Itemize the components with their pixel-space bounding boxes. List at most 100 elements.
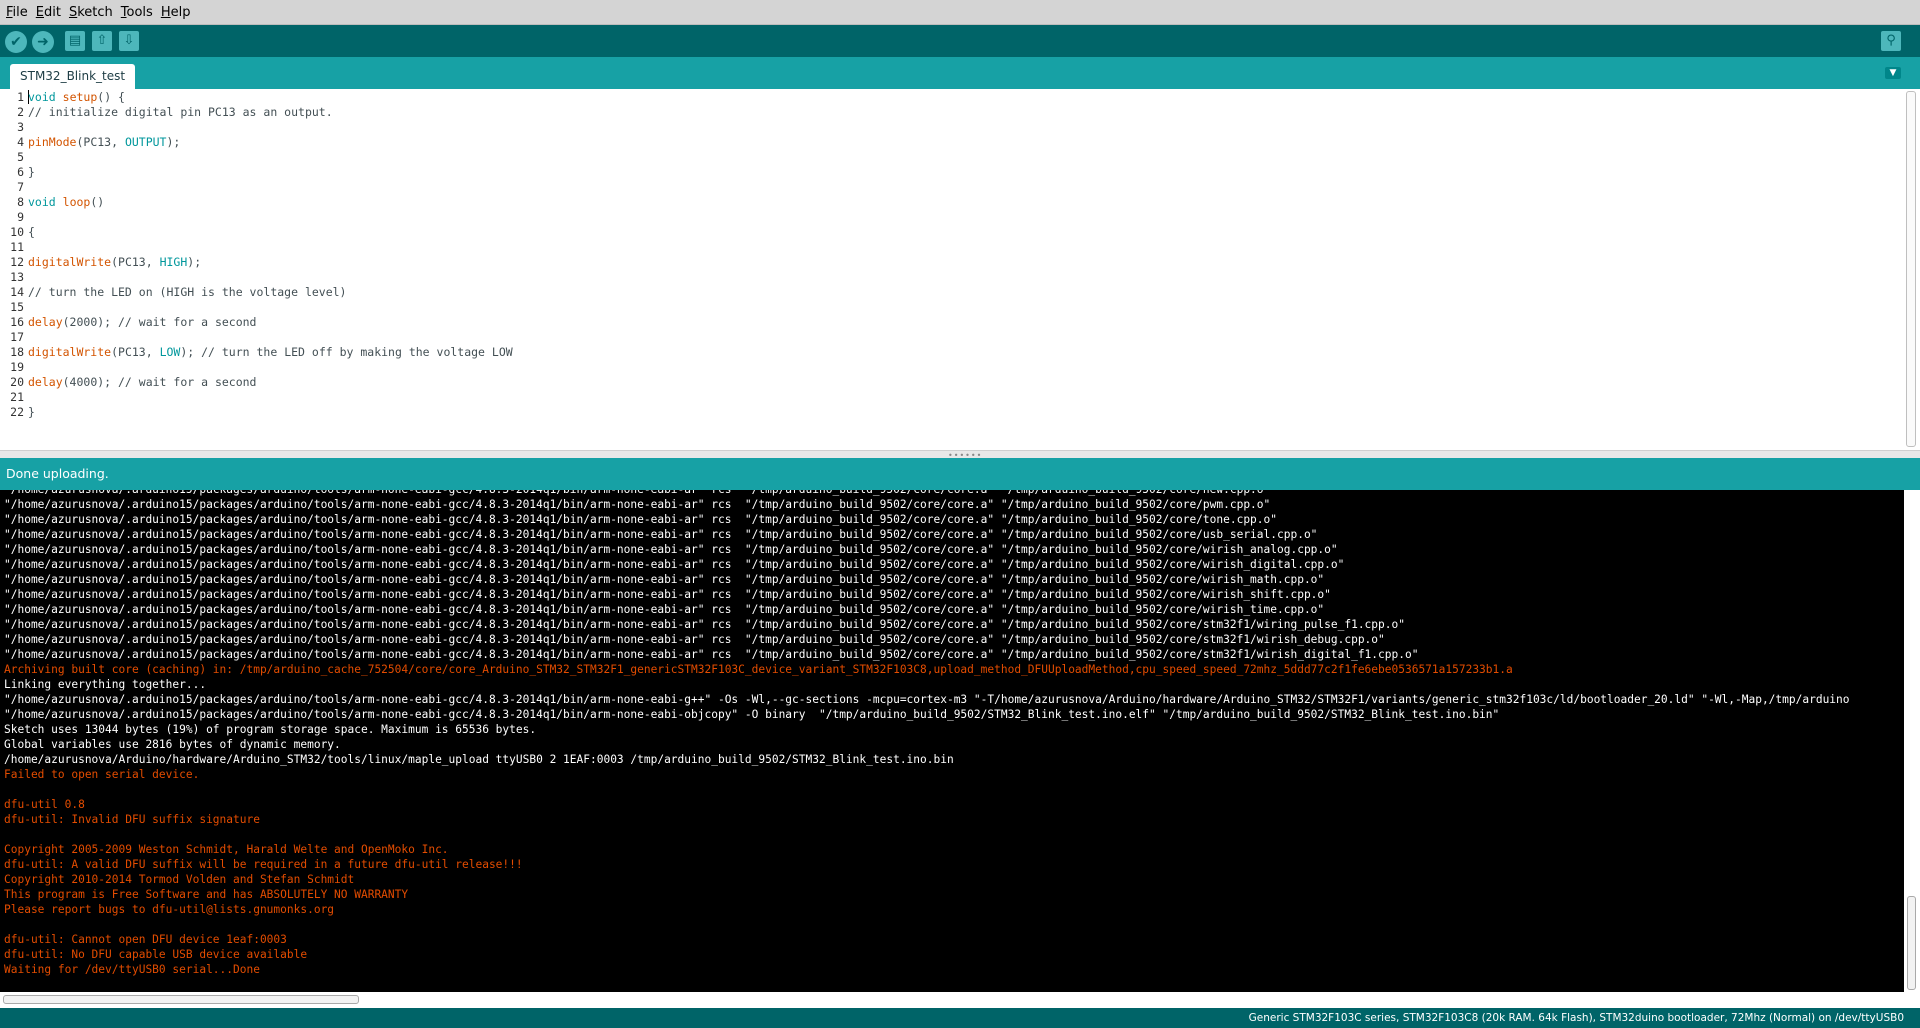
token: () { xyxy=(97,90,125,104)
console-line: dfu-util 0.8 xyxy=(4,798,85,811)
pane-splitter[interactable]: •••••• xyxy=(0,450,1920,460)
menu-sketch[interactable]: Sketch xyxy=(65,0,117,25)
line-number: 21 xyxy=(10,390,24,404)
token: ); xyxy=(187,255,202,269)
code-line-14: // turn the LED on (HIGH is the voltage … xyxy=(28,285,347,299)
board-info-text: Generic STM32F103C series, STM32F103C8 (… xyxy=(1248,1012,1904,1024)
line-number: 10 xyxy=(10,225,24,239)
arrow-right-icon: ➜ xyxy=(37,34,49,50)
console-line: "/home/azurusnova/.arduino15/packages/ar… xyxy=(4,648,1419,661)
line-number: 15 xyxy=(10,300,24,314)
console-line: Sketch uses 13044 bytes (19%) of program… xyxy=(4,723,537,736)
code-line-22: } xyxy=(28,405,35,419)
new-file-icon: ▤ xyxy=(68,33,82,48)
upload-button[interactable]: ➜ xyxy=(32,31,54,53)
console-line: "/home/azurusnova/.arduino15/packages/ar… xyxy=(4,693,1850,706)
console-line: dfu-util: Invalid DFU suffix signature xyxy=(4,813,260,826)
console-line: "/home/azurusnova/.arduino15/packages/ar… xyxy=(4,498,1271,511)
code-line-20: delay(4000); // wait for a second xyxy=(28,375,257,390)
code-line-1: void setup() { xyxy=(28,90,125,105)
console-line: "/home/azurusnova/.arduino15/packages/ar… xyxy=(4,618,1405,631)
menu-tools[interactable]: Tools xyxy=(117,0,157,25)
status-bar: Done uploading. xyxy=(0,458,1920,490)
console-line: Waiting for /dev/ttyUSB0 serial...Done xyxy=(4,963,260,976)
code-line-6: } xyxy=(28,165,35,179)
console-horizontal-scrollbar[interactable] xyxy=(0,992,1904,1008)
console-line: "/home/azurusnova/.arduino15/packages/ar… xyxy=(4,708,1500,721)
menu-help[interactable]: Help xyxy=(157,0,195,25)
console-line: Global variables use 2816 bytes of dynam… xyxy=(4,738,341,751)
console-line: /home/azurusnova/Arduino/hardware/Arduin… xyxy=(4,753,954,766)
toolbar: ✔ ➜ ▤ ⇧ ⇩ ⚲ xyxy=(0,25,1920,57)
open-sketch-button[interactable]: ⇧ xyxy=(92,31,112,51)
console-line: "/home/azurusnova/.arduino15/packages/ar… xyxy=(4,490,1270,497)
token: ); xyxy=(166,135,181,149)
line-number: 22 xyxy=(10,405,24,419)
line-number: 4 xyxy=(17,135,24,149)
line-number: 9 xyxy=(17,210,24,224)
code-editor[interactable]: 1 2 3 4 5 6 7 8 9 10 11 12 13 14 15 16 1… xyxy=(0,89,1920,450)
console-vertical-scroll-thumb[interactable] xyxy=(1907,896,1916,990)
line-number: 3 xyxy=(17,120,24,134)
tab-menu-button[interactable]: ▼ xyxy=(1885,67,1901,79)
console-line: Archiving built core (caching) in: /tmp/… xyxy=(4,663,1513,676)
console-output[interactable]: "/home/azurusnova/.arduino15/packages/ar… xyxy=(0,490,1904,992)
console-line: dfu-util: A valid DFU suffix will be req… xyxy=(4,858,523,871)
verify-button[interactable]: ✔ xyxy=(5,31,27,53)
line-number: 2 xyxy=(17,105,24,119)
console-line: "/home/azurusnova/.arduino15/packages/ar… xyxy=(4,633,1385,646)
console-line: dfu-util: Cannot open DFU device 1eaf:00… xyxy=(4,933,287,946)
tab-stm32-blink-test[interactable]: STM32_Blink_test xyxy=(10,64,136,89)
console-line: "/home/azurusnova/.arduino15/packages/ar… xyxy=(4,558,1345,571)
token: (2000); // wait for a second xyxy=(62,315,257,329)
code-line-4: pinMode(PC13, OUTPUT); xyxy=(28,135,180,150)
token: ); // turn the LED off by making the vol… xyxy=(180,345,513,359)
token: digitalWrite xyxy=(28,345,112,359)
magnifier-icon: ⚲ xyxy=(1886,33,1896,48)
token: delay xyxy=(28,375,63,389)
line-number: 11 xyxy=(10,240,24,254)
line-number: 18 xyxy=(10,345,24,359)
menu-file[interactable]: File xyxy=(2,0,32,25)
console-line: Copyright 2005-2009 Weston Schmidt, Hara… xyxy=(4,843,449,856)
menu-bar: File Edit Sketch Tools Help xyxy=(0,0,1920,25)
console-vertical-scrollbar[interactable] xyxy=(1904,490,1920,992)
line-number: 16 xyxy=(10,315,24,329)
console-line: "/home/azurusnova/.arduino15/packages/ar… xyxy=(4,513,1277,526)
board-info-bar: Generic STM32F103C series, STM32F103C8 (… xyxy=(0,1008,1920,1028)
checkmark-icon: ✔ xyxy=(10,34,22,50)
console-line: "/home/azurusnova/.arduino15/packages/ar… xyxy=(4,543,1338,556)
console-line: This program is Free Software and has AB… xyxy=(4,888,409,901)
token: setup xyxy=(62,90,98,104)
line-number: 7 xyxy=(17,180,24,194)
menu-edit[interactable]: Edit xyxy=(32,0,65,25)
console-line: Please report bugs to dfu-util@lists.gnu… xyxy=(4,903,335,916)
token: pinMode xyxy=(28,135,77,149)
line-number: 19 xyxy=(10,360,24,374)
token: void xyxy=(28,195,56,209)
open-arrow-up-icon: ⇧ xyxy=(96,33,108,48)
save-arrow-down-icon: ⇩ xyxy=(123,33,135,48)
line-number: 12 xyxy=(10,255,24,269)
line-number: 6 xyxy=(17,165,24,179)
line-number-gutter: 1 2 3 4 5 6 7 8 9 10 11 12 13 14 15 16 1… xyxy=(0,89,26,450)
token: (PC13, xyxy=(111,255,160,269)
token: (4000); // wait for a second xyxy=(62,375,257,389)
token: LOW xyxy=(159,345,181,359)
status-message: Done uploading. xyxy=(6,466,109,481)
save-sketch-button[interactable]: ⇩ xyxy=(119,31,139,51)
console-line: "/home/azurusnova/.arduino15/packages/ar… xyxy=(4,573,1325,586)
console-line: Copyright 2010-2014 Tormod Volden and St… xyxy=(4,873,355,886)
token: HIGH xyxy=(159,255,188,269)
serial-monitor-button[interactable]: ⚲ xyxy=(1881,31,1901,51)
code-line-8: void loop() xyxy=(28,195,104,210)
line-number: 13 xyxy=(10,270,24,284)
token: digitalWrite xyxy=(28,255,112,269)
code-line-2: // initialize digital pin PC13 as an out… xyxy=(28,105,333,119)
token: OUTPUT xyxy=(124,135,167,149)
console-horizontal-scroll-thumb[interactable] xyxy=(3,995,359,1004)
editor-scrollbar[interactable] xyxy=(1906,91,1916,447)
new-sketch-button[interactable]: ▤ xyxy=(65,31,85,51)
code-line-12: digitalWrite(PC13, HIGH); xyxy=(28,255,201,270)
